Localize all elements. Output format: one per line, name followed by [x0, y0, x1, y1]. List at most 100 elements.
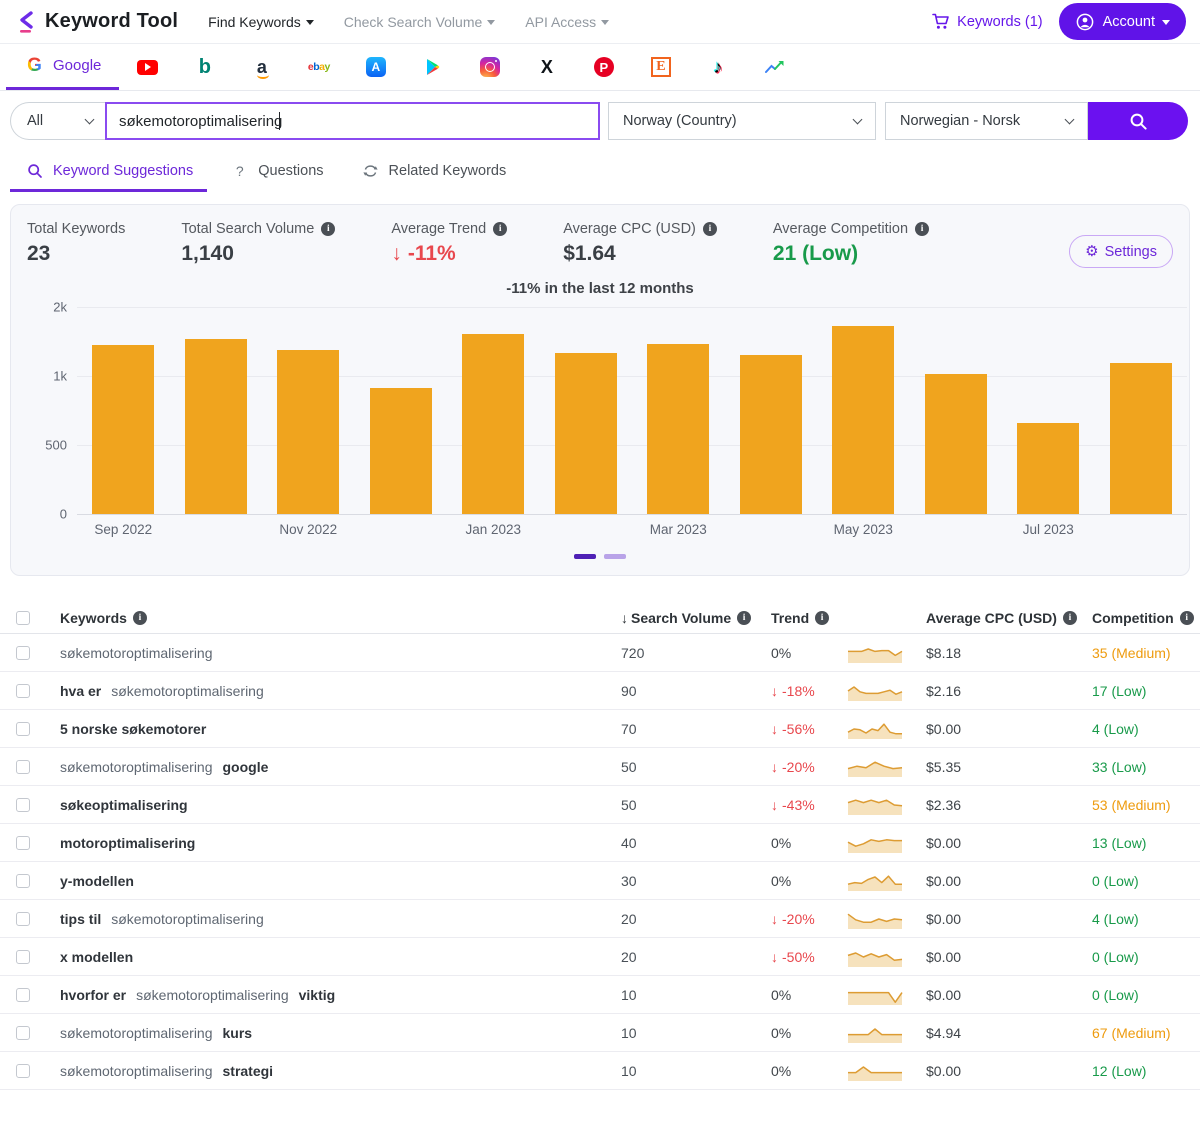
info-icon[interactable]: i	[915, 222, 929, 236]
keyword-text: 5 norske søkemotorer	[60, 721, 206, 737]
row-checkbox[interactable]	[16, 798, 30, 812]
app-logo[interactable]: Keyword Tool	[16, 10, 178, 33]
search-volume-cell: 10	[621, 987, 771, 1003]
trend-cell: 0%	[771, 1063, 846, 1079]
trend-sparkline	[846, 908, 926, 930]
trend-value: -43%	[782, 797, 815, 813]
nav-item-find-keywords[interactable]: Find Keywords	[208, 14, 314, 30]
trend-cell: 0%	[771, 1025, 846, 1041]
account-label: Account	[1103, 14, 1155, 30]
keyword-text: google	[223, 759, 269, 775]
competition-cell: 17 (Low)	[1092, 683, 1200, 699]
keywords-cart-link[interactable]: Keywords (1)	[930, 11, 1042, 32]
search-volume-cell: 20	[621, 949, 771, 965]
settings-button[interactable]: ⚙ Settings	[1069, 235, 1173, 268]
row-checkbox[interactable]	[16, 874, 30, 888]
col-competition-label: Competition	[1092, 610, 1174, 626]
stat-value: ↓-11%	[391, 242, 507, 266]
row-checkbox[interactable]	[16, 684, 30, 698]
keyword-text: y-modellen	[60, 873, 134, 889]
table-row: søkemotoroptimaliseringstrategi100%$0.00…	[0, 1052, 1200, 1090]
chevron-down-icon	[1065, 115, 1075, 125]
etsy-icon: E	[650, 57, 671, 78]
trend-down-icon: ↓	[391, 242, 402, 266]
platform-tab-x-twitter[interactable]: X	[518, 44, 575, 90]
info-icon[interactable]: i	[493, 222, 507, 236]
row-checkbox[interactable]	[16, 912, 30, 926]
col-search-volume[interactable]: ↓ Search Volume i	[621, 610, 771, 626]
tab-related-keywords[interactable]: Related Keywords	[346, 152, 521, 192]
chart-page-dash-active[interactable]	[574, 554, 596, 559]
info-icon[interactable]: i	[321, 222, 335, 236]
row-checkbox[interactable]	[16, 950, 30, 964]
row-checkbox[interactable]	[16, 836, 30, 850]
amazon-icon: a	[251, 57, 272, 78]
select-all-checkbox[interactable]	[16, 611, 30, 625]
chart-page-dash[interactable]	[604, 554, 626, 559]
stat-label-text: Total Search Volume	[181, 221, 314, 237]
ebay-icon: ebay	[308, 57, 329, 78]
platform-tab-instagram[interactable]	[461, 44, 518, 90]
platform-tab-ebay[interactable]: ebay	[290, 44, 347, 90]
nav-item-check-search-volume[interactable]: Check Search Volume	[344, 14, 496, 30]
chart-bar	[185, 339, 247, 514]
scope-select[interactable]: All	[10, 102, 105, 140]
platform-tab-app-store[interactable]: A	[347, 44, 404, 90]
search-button[interactable]	[1088, 102, 1188, 140]
youtube-icon	[137, 57, 158, 78]
trend-cell: ↓-50%	[771, 949, 846, 965]
platform-tab-pinterest[interactable]: P	[575, 44, 632, 90]
table-row: søkeoptimalisering50↓-43%$2.3653 (Medium…	[0, 786, 1200, 824]
info-icon[interactable]: i	[815, 611, 829, 625]
platform-tab-trends[interactable]	[746, 44, 803, 90]
trend-sparkline	[846, 1022, 926, 1044]
platform-tab-google[interactable]: GGoogle	[6, 44, 119, 90]
info-icon[interactable]: i	[1063, 611, 1077, 625]
info-icon[interactable]: i	[737, 611, 751, 625]
trend-cell: 0%	[771, 987, 846, 1003]
stat-value: 23	[27, 242, 125, 266]
keyword-text: hva er	[60, 683, 101, 699]
row-checkbox[interactable]	[16, 988, 30, 1002]
country-select[interactable]: Norway (Country)	[608, 102, 876, 140]
language-select[interactable]: Norwegian - Norsk	[885, 102, 1088, 140]
nav-item-label: Check Search Volume	[344, 14, 483, 30]
keyword-text: viktig	[299, 987, 336, 1003]
x-axis-label: Jul 2023	[1023, 522, 1074, 537]
nav-item-label: Find Keywords	[208, 14, 301, 30]
search-volume-cell: 10	[621, 1063, 771, 1079]
stat-label-text: Average CPC (USD)	[563, 221, 696, 237]
row-checkbox[interactable]	[16, 1026, 30, 1040]
platform-tab-amazon[interactable]: a	[233, 44, 290, 90]
platform-tab-play-store[interactable]	[404, 44, 461, 90]
platform-tab-bing[interactable]: b	[176, 44, 233, 90]
trend-sparkline	[846, 946, 926, 968]
tab-label: Related Keywords	[389, 163, 507, 179]
trend-value: 0%	[771, 835, 791, 851]
info-icon[interactable]: i	[133, 611, 147, 625]
tab-questions[interactable]: ?Questions	[215, 152, 337, 192]
row-checkbox[interactable]	[16, 646, 30, 660]
trend-bar-chart: 05001k2k Sep 2022Nov 2022Jan 2023Mar 202…	[77, 307, 1187, 542]
keyword-text: motoroptimalisering	[60, 835, 195, 851]
platform-tab-tiktok[interactable]: ♪	[689, 44, 746, 90]
keyword-text: søkemotoroptimalisering	[111, 911, 264, 927]
row-checkbox[interactable]	[16, 760, 30, 774]
platform-tab-youtube[interactable]	[119, 44, 176, 90]
trend-sparkline	[846, 1060, 926, 1082]
platform-tab-etsy[interactable]: E	[632, 44, 689, 90]
stat-average-cpc-usd-: Average CPC (USD)i$1.64	[563, 221, 717, 266]
account-button[interactable]: Account	[1059, 3, 1186, 40]
row-checkbox[interactable]	[16, 722, 30, 736]
search-volume-cell: 20	[621, 911, 771, 927]
app-title: Keyword Tool	[45, 10, 178, 33]
cpc-cell: $0.00	[926, 911, 1092, 927]
trend-down-icon: ↓	[771, 797, 778, 813]
trend-sparkline	[846, 642, 926, 664]
info-icon[interactable]: i	[1180, 611, 1194, 625]
tab-keyword-suggestions[interactable]: Keyword Suggestions	[10, 152, 207, 192]
nav-item-api-access[interactable]: API Access	[525, 14, 609, 30]
info-icon[interactable]: i	[703, 222, 717, 236]
search-input[interactable]	[105, 102, 600, 140]
row-checkbox[interactable]	[16, 1064, 30, 1078]
